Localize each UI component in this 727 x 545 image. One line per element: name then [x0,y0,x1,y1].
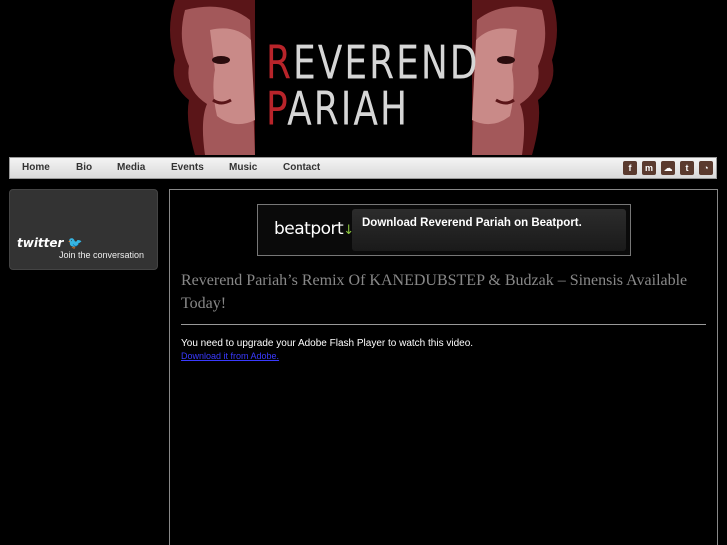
beatport-logo: beatport↓ [274,219,354,239]
nav-item-home[interactable]: Home [22,162,50,173]
beatport-logo-text: beatport [274,219,344,239]
twitter-bird-icon: 🐦 [63,236,83,250]
twitter-icon[interactable]: t [680,161,694,175]
twitter-widget[interactable]: twitter 🐦 Join the conversation [9,189,158,270]
nav-item-contact[interactable]: Contact [283,162,320,173]
beatport-download-text: Download Reverend Pariah on Beatport. [362,217,582,229]
header-banner: REVEREND PARIAH [0,0,727,155]
twitter-join-text: Join the conversation [59,250,145,260]
nav-item-bio[interactable]: Bio [76,162,92,173]
logo-rest-1: EVEREND [293,37,480,90]
face-image-left [155,0,265,155]
facebook-icon[interactable]: f [623,161,637,175]
logo-initial-p: P [266,83,288,136]
twitter-logo: twitter 🐦 [17,236,83,250]
nav-item-events[interactable]: Events [171,162,204,173]
nav-item-media[interactable]: Media [117,162,145,173]
logo-rest-2: ARIAH [287,83,410,136]
page: REVEREND PARIAH Home Bio Media Events Mu… [0,0,727,545]
logo-line-2: PARIAH [266,83,471,136]
logo-line-1: REVEREND [266,37,477,90]
logo-initial-r: R [266,37,293,90]
main-content: beatport↓ Download Reverend Pariah on Be… [169,189,718,545]
twitter-logo-text: twitter [17,236,64,250]
soundcloud-icon[interactable]: ☁ [661,161,675,175]
flash-upgrade-message: You need to upgrade your Adobe Flash Pla… [181,338,474,349]
myspace-icon[interactable]: m [642,161,656,175]
rss-icon[interactable]: ◔ [699,161,713,175]
beatport-banner[interactable]: beatport↓ Download Reverend Pariah on Be… [257,204,631,256]
site-logo[interactable]: REVEREND PARIAH [266,37,477,137]
flash-download-link[interactable]: Download it from Adobe. [181,351,279,361]
post-title[interactable]: Reverend Pariah’s Remix Of KANEDUBSTEP &… [181,269,706,325]
nav-item-music[interactable]: Music [229,162,257,173]
main-nav: Home Bio Media Events Music Contact f m … [9,157,717,179]
